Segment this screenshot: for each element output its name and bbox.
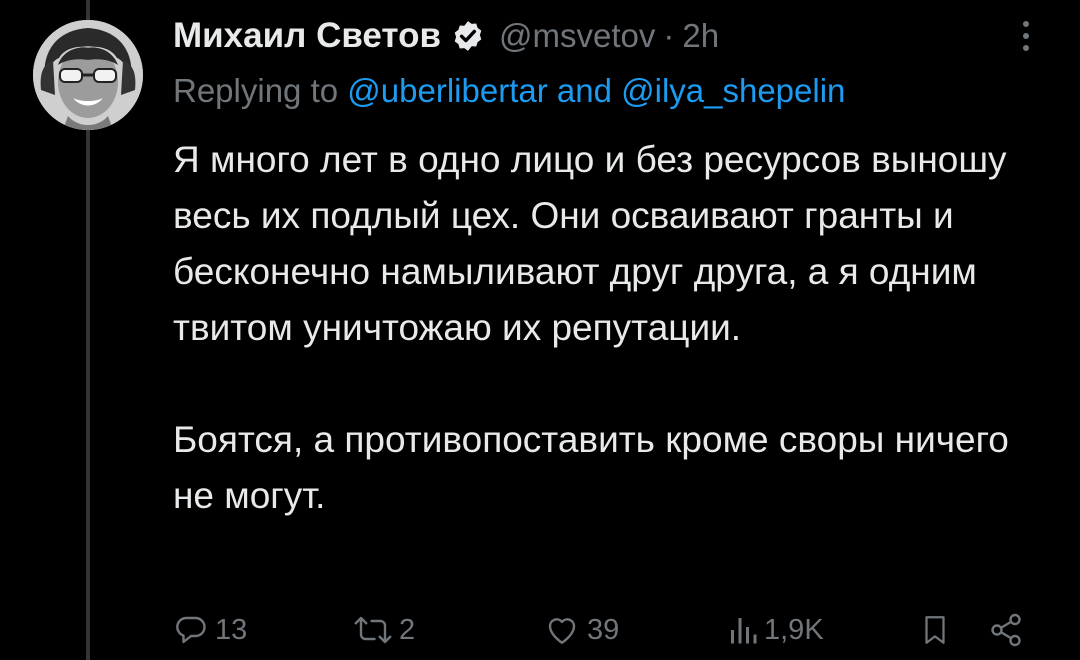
retweet-button[interactable]: 2 — [353, 606, 415, 654]
tweet-header: Михаил Светов @msvetov · 2h — [173, 14, 719, 58]
reply-conjunction: and — [556, 72, 612, 109]
bookmark-icon — [918, 612, 952, 648]
avatar[interactable] — [33, 20, 143, 130]
more-vertical-icon[interactable] — [1008, 16, 1044, 56]
retweet-count: 2 — [399, 613, 416, 646]
reply-icon — [173, 612, 209, 648]
tweet-timestamp[interactable]: 2h — [682, 17, 719, 55]
reply-count: 13 — [215, 613, 248, 646]
tweet-paragraph-1: Я много лет в одно лицо и без ресурсов в… — [173, 139, 1007, 348]
heart-icon — [543, 612, 581, 648]
replying-to-line: Replying to @uberlibertar and @ilya_shep… — [173, 72, 845, 110]
reply-user-link-1[interactable]: @uberlibertar — [347, 72, 547, 109]
author-handle[interactable]: @msvetov — [499, 17, 655, 55]
retweet-icon — [353, 612, 393, 648]
reply-prefix: Replying to — [173, 72, 339, 109]
tweet-action-bar: 13 2 39 1,9K — [173, 606, 1043, 654]
bookmark-button[interactable] — [918, 606, 952, 654]
header-separator: · — [663, 17, 675, 54]
views-button[interactable]: 1,9K — [728, 606, 824, 654]
reply-user-link-2[interactable]: @ilya_shepelin — [621, 72, 845, 109]
verified-badge-icon — [451, 19, 485, 53]
views-icon — [728, 612, 758, 648]
tweet-paragraph-2: Боятся, а противопоставить кроме своры н… — [173, 419, 1009, 516]
author-name[interactable]: Михаил Светов — [173, 16, 441, 56]
reply-button[interactable]: 13 — [173, 606, 247, 654]
avatar-image — [33, 20, 143, 130]
like-button[interactable]: 39 — [543, 606, 619, 654]
share-icon — [988, 612, 1024, 648]
share-button[interactable] — [988, 606, 1024, 654]
tweet-body: Я много лет в одно лицо и без ресурсов в… — [173, 132, 1053, 524]
views-count: 1,9K — [764, 613, 824, 646]
like-count: 39 — [587, 613, 620, 646]
